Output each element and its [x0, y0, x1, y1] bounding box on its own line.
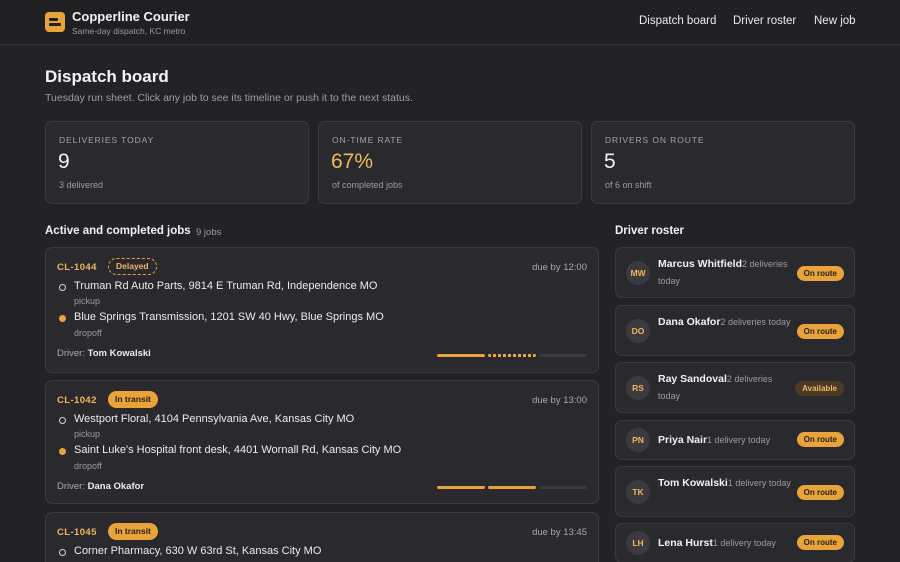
driver-status-badge: On route: [796, 324, 844, 339]
pickup-address: Corner Pharmacy, 630 W 63rd St, Kansas C…: [74, 545, 322, 557]
driver-info: Dana Okafor2 deliveries today: [658, 314, 796, 331]
job-card-cl-1042[interactable]: CL-1042 In transit due by 13:00 Westport…: [45, 380, 599, 504]
pickup-dot-icon: [59, 549, 66, 556]
pickup-dot-icon: [59, 284, 66, 291]
driver-card-ray-sandoval[interactable]: RS Ray Sandoval2 deliveries today Availa…: [615, 362, 855, 413]
dropoff-address: Blue Springs Transmission, 1201 SW 40 Hw…: [74, 311, 384, 323]
avatar: DO: [626, 319, 650, 343]
nav-dispatch-board[interactable]: Dispatch board: [639, 15, 716, 27]
progress-segment-pickup: [437, 486, 485, 489]
avatar: RS: [626, 376, 650, 400]
dropoff-label: dropoff: [74, 461, 102, 471]
driver-info: Tom Kowalski1 delivery today: [658, 475, 796, 492]
driver-deliveries: 1 delivery today: [707, 435, 771, 445]
stat-label: DELIVERIES TODAY: [59, 135, 155, 145]
nav-new-job[interactable]: New job: [814, 15, 856, 27]
driver-status-badge: On route: [796, 485, 844, 500]
stat-value: 5: [604, 150, 616, 173]
stat-note: 3 delivered: [59, 180, 104, 190]
stat-deliveries-today: DELIVERIES TODAY 9 3 delivered: [45, 121, 309, 204]
progress-segment-delivered: [539, 486, 587, 489]
job-id: CL-1045: [57, 527, 97, 538]
job-driver: Driver: Dana Okafor: [57, 481, 144, 492]
pickup-dot-icon: [59, 417, 66, 424]
driver-deliveries: 1 delivery today: [712, 538, 776, 548]
courier-logo-icon: [45, 12, 65, 32]
job-progress-bar: [437, 354, 587, 357]
due-time: due by 12:00: [532, 262, 587, 273]
stat-label: DRIVERS ON ROUTE: [605, 135, 705, 145]
driver-name: Dana Okafor: [658, 316, 721, 328]
driver-status-badge: On route: [796, 432, 844, 447]
driver-card-marcus-whitfield[interactable]: MW Marcus Whitfield2 deliveries today On…: [615, 247, 855, 298]
page-title: Dispatch board: [45, 67, 169, 86]
driver-info: Priya Nair1 delivery today: [658, 432, 796, 449]
jobs-section-title: Active and completed jobs: [45, 225, 191, 237]
jobs-count: 9 jobs: [196, 227, 222, 238]
driver-info: Marcus Whitfield2 deliveries today: [658, 256, 796, 290]
driver-name: Ray Sandoval: [658, 373, 727, 385]
job-id: CL-1042: [57, 395, 97, 406]
dropoff-label: dropoff: [74, 328, 102, 338]
driver-card-tom-kowalski[interactable]: TK Tom Kowalski1 delivery today On route: [615, 466, 855, 517]
driver-card-dana-okafor[interactable]: DO Dana Okafor2 deliveries today On rout…: [615, 305, 855, 356]
driver-name: Dana Okafor: [87, 481, 145, 492]
driver-prefix: Driver:: [57, 481, 85, 492]
driver-name: Tom Kowalski: [658, 477, 728, 489]
avatar: PN: [626, 428, 650, 452]
progress-segment-pickup: [437, 354, 485, 357]
driver-name: Lena Hurst: [658, 537, 713, 549]
due-time: due by 13:00: [532, 395, 587, 406]
pickup-label: pickup: [74, 429, 101, 439]
avatar: TK: [626, 480, 650, 504]
stat-note: of completed jobs: [332, 180, 403, 190]
job-progress-bar: [437, 486, 587, 489]
driver-name: Tom Kowalski: [87, 348, 151, 359]
top-bar: Copperline Courier Same-day dispatch, KC…: [0, 0, 900, 45]
due-time: due by 13:45: [532, 527, 587, 538]
status-badge: Delayed: [108, 258, 157, 275]
driver-status-badge: On route: [796, 266, 844, 281]
driver-info: Lena Hurst1 delivery today: [658, 535, 796, 552]
nav-driver-roster[interactable]: Driver roster: [733, 15, 796, 27]
job-card-cl-1045[interactable]: CL-1045 In transit due by 13:45 Corner P…: [45, 512, 599, 562]
driver-card-lena-hurst[interactable]: LH Lena Hurst1 delivery today On route: [615, 523, 855, 562]
driver-status-badge: Available: [795, 381, 844, 396]
driver-deliveries: 1 delivery today: [727, 478, 791, 488]
pickup-address: Truman Rd Auto Parts, 9814 E Truman Rd, …: [74, 280, 378, 292]
stat-value: 9: [58, 150, 70, 173]
dropoff-address: Saint Luke's Hospital front desk, 4401 W…: [74, 444, 402, 456]
stat-label: ON-TIME RATE: [332, 135, 404, 145]
progress-segment-transit: [488, 354, 536, 357]
stat-value: 67%: [331, 150, 374, 173]
avatar: LH: [626, 531, 650, 555]
driver-status-badge: On route: [796, 535, 844, 550]
app-subtitle: Same-day dispatch, KC metro: [72, 26, 186, 36]
progress-segment-transit: [488, 486, 536, 489]
driver-name: Priya Nair: [658, 434, 708, 446]
driver-info: Ray Sandoval2 deliveries today: [658, 371, 796, 405]
status-badge: In transit: [108, 391, 158, 408]
job-card-cl-1044[interactable]: CL-1044 Delayed due by 12:00 Truman Rd A…: [45, 247, 599, 373]
driver-name: Marcus Whitfield: [658, 258, 743, 270]
stat-drivers-on-route: DRIVERS ON ROUTE 5 of 6 on shift: [591, 121, 855, 204]
progress-segment-delivered: [539, 354, 587, 357]
driver-card-priya-nair[interactable]: PN Priya Nair1 delivery today On route: [615, 420, 855, 460]
app-title: Copperline Courier: [72, 9, 190, 24]
status-badge: In transit: [108, 523, 158, 540]
job-id: CL-1044: [57, 262, 97, 273]
driver-prefix: Driver:: [57, 348, 85, 359]
pickup-address: Westport Floral, 4104 Pennsylvania Ave, …: [74, 413, 355, 425]
roster-section-title: Driver roster: [615, 225, 685, 237]
avatar: MW: [626, 261, 650, 285]
pickup-label: pickup: [74, 296, 101, 306]
stat-on-time-rate: ON-TIME RATE 67% of completed jobs: [318, 121, 582, 204]
page-subtitle: Tuesday run sheet. Click any job to see …: [45, 92, 413, 104]
dropoff-dot-icon: [59, 448, 66, 455]
driver-deliveries: 2 deliveries today: [720, 317, 791, 327]
stat-note: of 6 on shift: [605, 180, 652, 190]
job-driver: Driver: Tom Kowalski: [57, 348, 151, 359]
dropoff-dot-icon: [59, 315, 66, 322]
